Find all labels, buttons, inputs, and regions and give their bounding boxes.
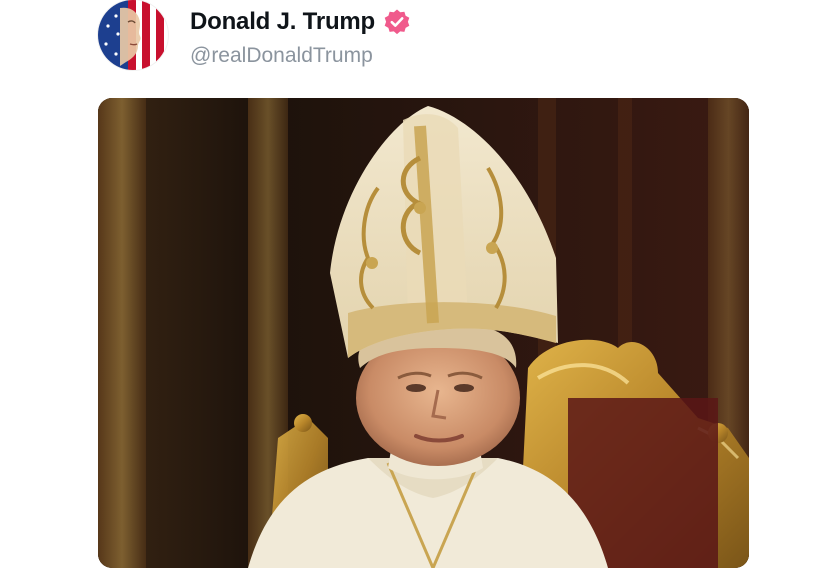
author-handle[interactable]: @realDonaldTrump — [190, 44, 373, 68]
post-media-image[interactable] — [98, 98, 749, 568]
post-header: Donald J. Trump @realDonaldTrump — [0, 0, 836, 90]
flag-face-avatar-icon — [98, 0, 168, 70]
verified-badge-icon — [383, 8, 411, 36]
author-display-name[interactable]: Donald J. Trump — [190, 8, 375, 36]
author-avatar[interactable] — [98, 0, 168, 70]
author-name-row: Donald J. Trump — [190, 6, 411, 38]
pope-portrait-image — [98, 98, 749, 568]
